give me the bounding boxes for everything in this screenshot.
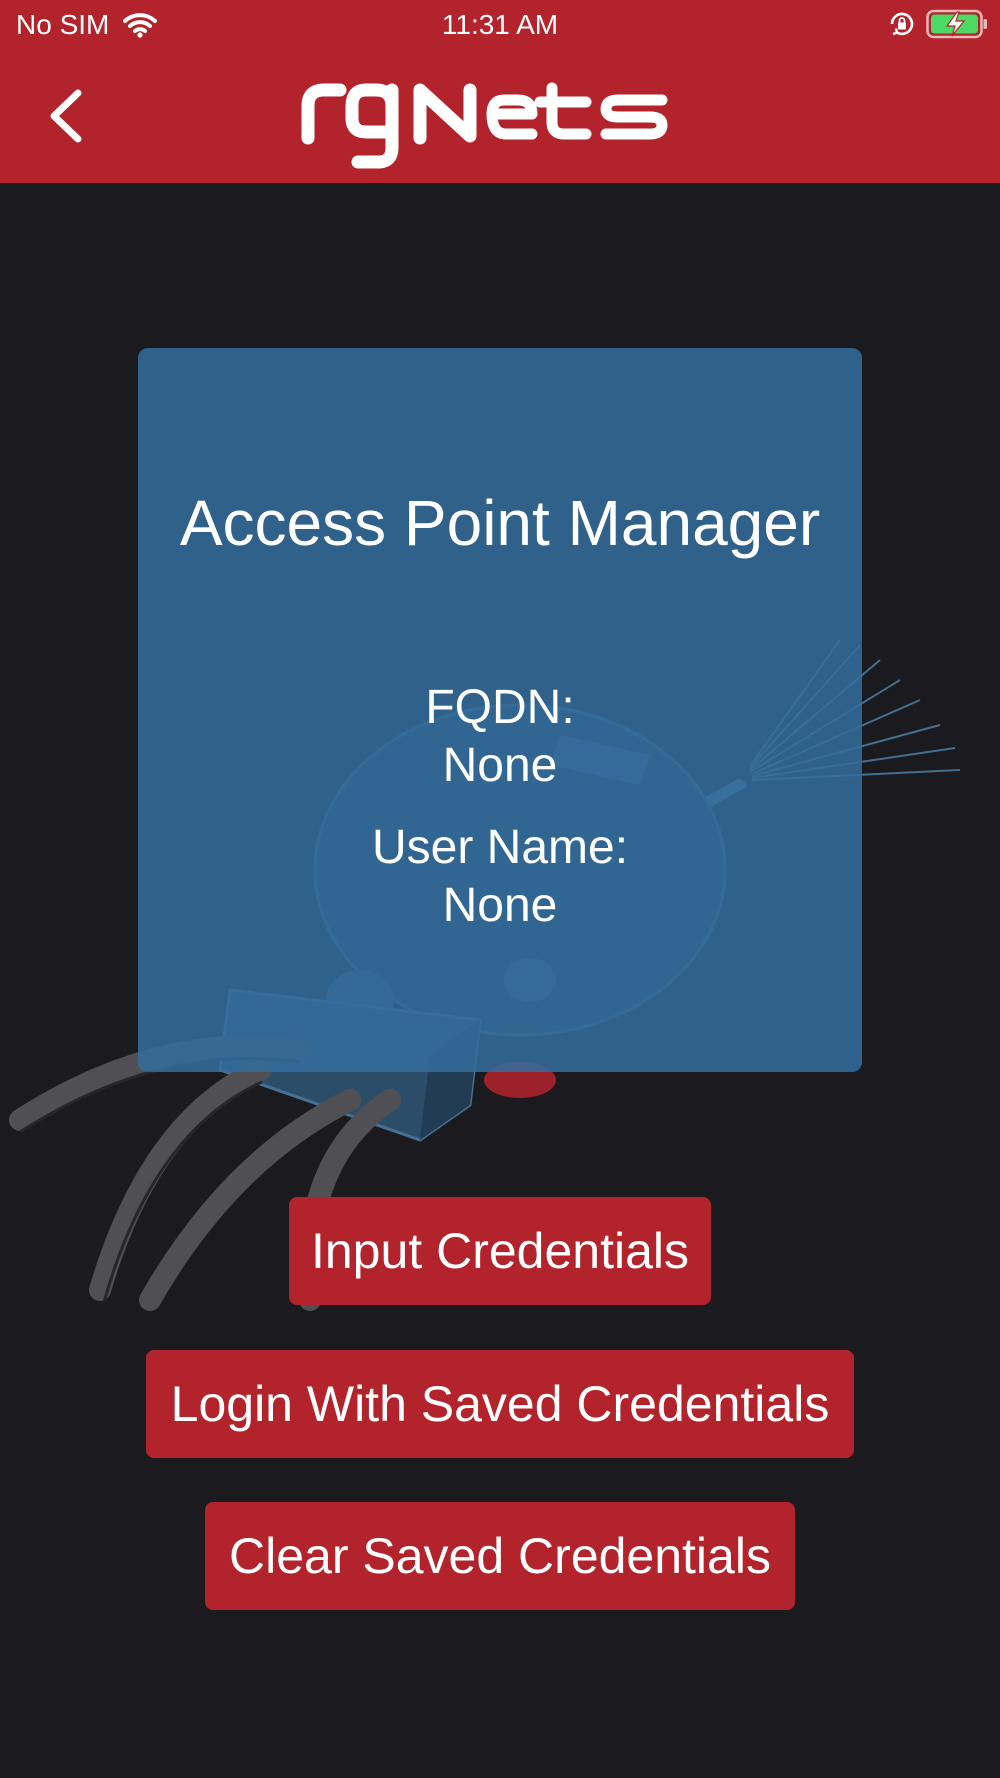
input-credentials-button[interactable]: Input Credentials [289,1197,711,1305]
rgnets-logo [301,82,668,169]
clear-saved-credentials-button[interactable]: Clear Saved Credentials [205,1502,795,1610]
battery-charging-icon [926,9,987,39]
app-screen: No SIM 11:31 AM Access Point Manager FQD… [0,0,1000,1778]
fqdn-label: FQDN: [425,681,575,734]
username-label: User Name: [371,821,629,874]
status-time: 11:31 AM [441,9,559,40]
back-button[interactable] [40,85,96,147]
status-icons [888,9,988,39]
card-title: Access Point Manager [179,487,821,559]
fqdn-value: None [442,739,558,792]
username-value: None [442,879,558,932]
info-card: Access Point Manager FQDN: None User Nam… [138,348,862,1072]
chevron-left-icon [50,89,82,143]
app-header: No SIM 11:31 AM [0,0,1000,183]
login-saved-credentials-button[interactable]: Login With Saved Credentials [146,1350,854,1458]
orientation-lock-icon [890,12,914,36]
